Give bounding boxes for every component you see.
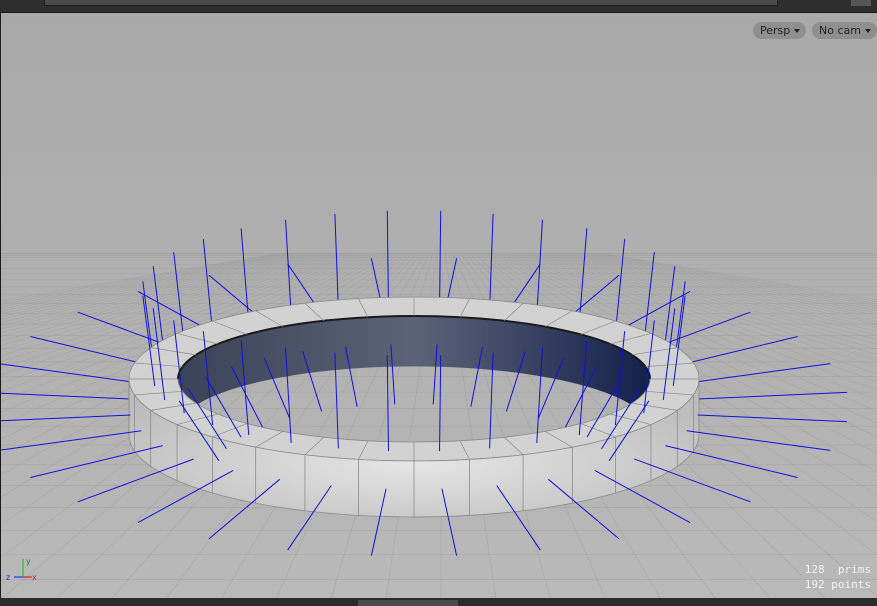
bottom-bar [0,598,877,606]
axis-y-label: y [26,557,31,566]
path-bar[interactable] [44,0,778,6]
axis-x-label: x [32,573,37,582]
pane-splitter[interactable] [358,600,458,606]
normal-line [697,414,847,423]
perspective-menu-label: Persp [760,24,791,37]
ring-geometry [128,296,700,518]
points-label: points [831,578,871,591]
camera-menu[interactable]: No cam [812,22,877,39]
prims-label: prims [837,563,871,576]
normal-line [30,445,163,478]
normal-line [1,430,142,451]
normal-line [489,213,494,310]
axis-gizmo-icon: y x z [6,557,37,582]
prims-count: 128 [804,563,825,576]
top-toolbar [0,0,877,13]
normal-line [1,392,131,400]
caret-down-icon [794,29,801,33]
geometry-stats: 128 prims 192 points [805,562,871,592]
perspective-menu[interactable]: Persp [753,22,807,39]
points-count: 192 [804,578,825,591]
caret-down-icon [864,29,871,33]
scene-viewport[interactable]: Persp No cam y x z 128 prims 192 points [0,13,877,598]
normal-line [386,355,389,452]
normal-line [697,391,847,400]
normal-line [439,210,442,307]
normal-line [1,363,142,384]
normal-line [686,363,831,384]
camera-menu-label: No cam [819,24,861,37]
scene-canvas[interactable] [1,13,877,598]
normal-line [665,445,798,478]
normal-line [439,355,442,452]
axis-z-label: z [6,573,10,582]
toolbar-handle[interactable] [851,0,871,6]
normal-line [386,210,389,307]
